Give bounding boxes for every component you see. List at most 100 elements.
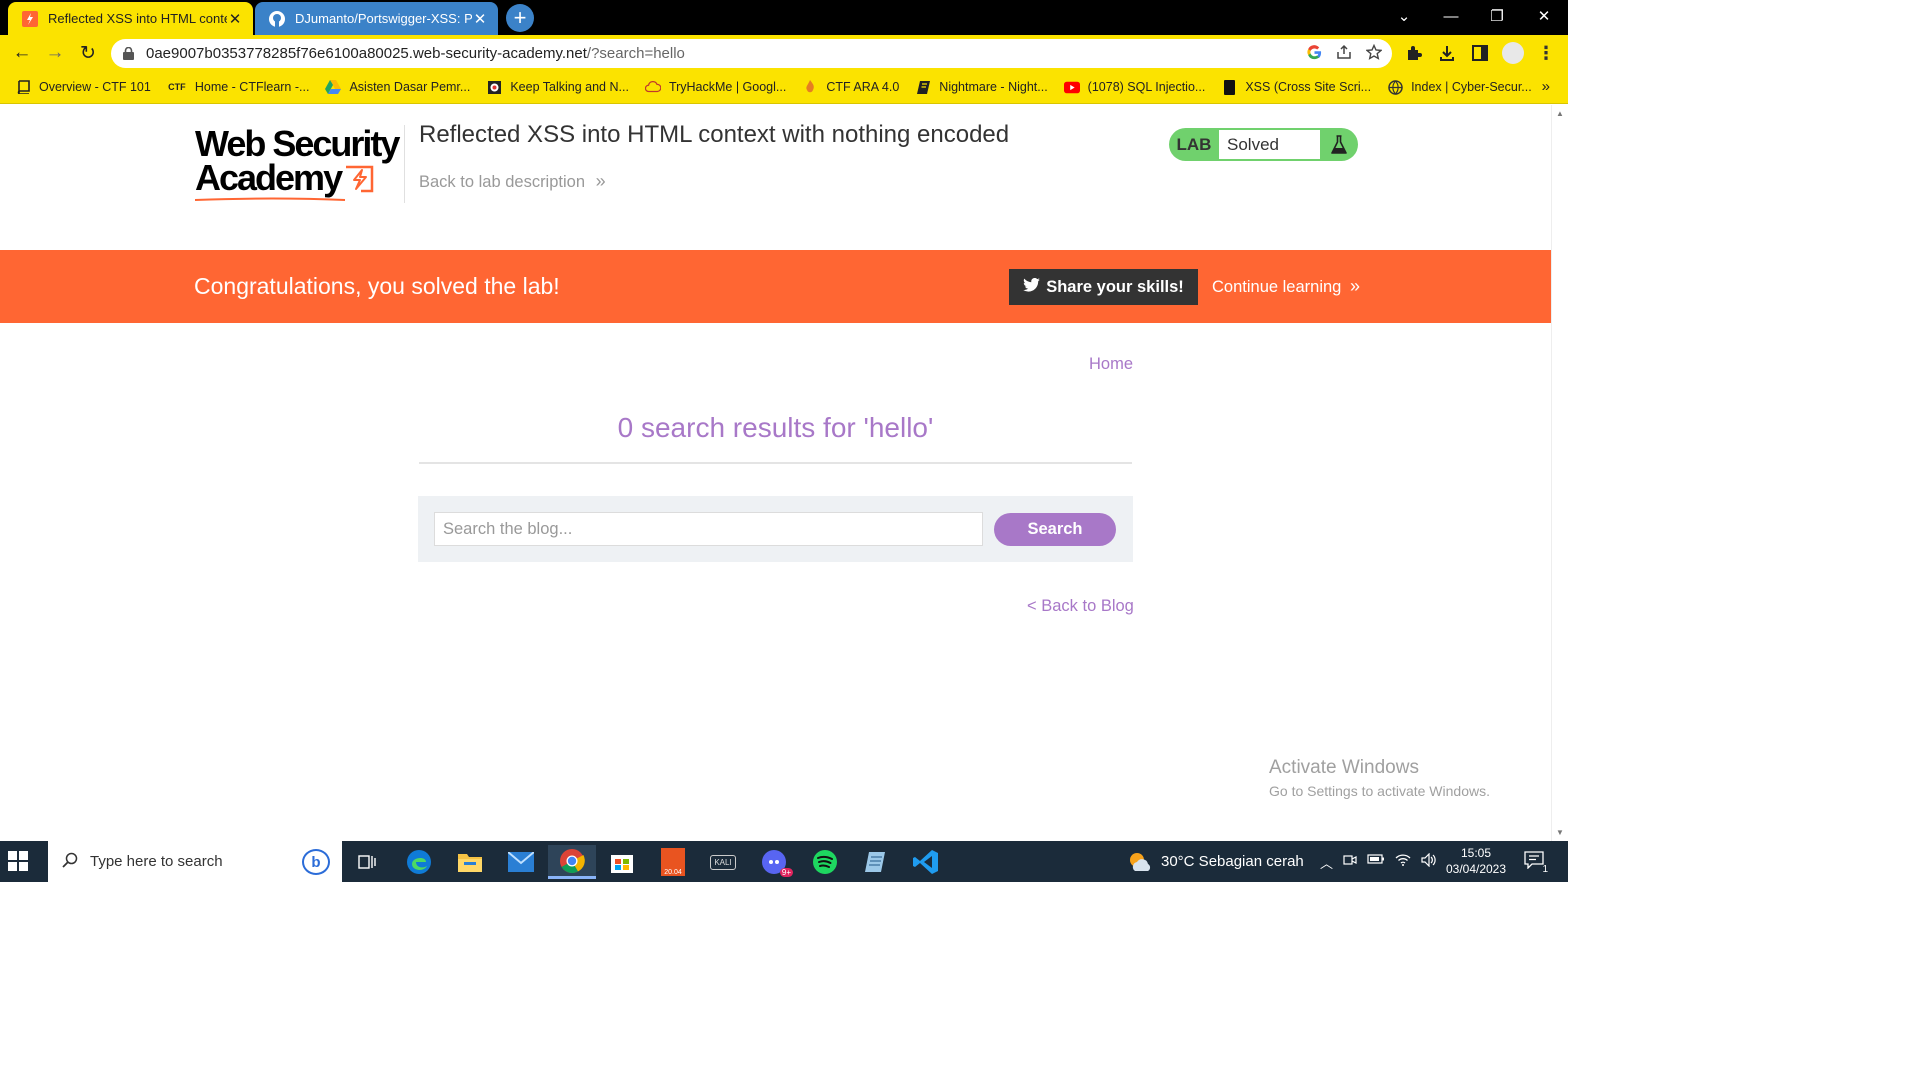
address-bar[interactable]: 0ae9007b0353778285f76e6100a80025.web-sec… [111,39,1392,68]
lab-label: LAB [1176,134,1212,154]
close-tab-icon[interactable]: ✕ [472,10,488,28]
web-security-academy-logo[interactable]: Web Security Academy [195,126,405,201]
menu-icon[interactable]: ⋮ [1531,38,1561,68]
bookmark-star-icon[interactable] [1365,43,1383,64]
tab-active[interactable]: Reflected XSS into HTML context ✕ [8,2,253,35]
tryhackme-icon [644,79,661,95]
kali-icon[interactable]: KALI [699,845,747,879]
bookmark-item[interactable]: XSS (Cross Site Scri... [1221,79,1371,95]
chevron-up-icon[interactable]: ︿ [1320,853,1333,872]
edge-icon[interactable] [395,845,443,879]
ubuntu-icon[interactable]: 20.04 [649,845,697,879]
mail-icon[interactable] [497,845,545,879]
meet-icon[interactable] [1343,853,1357,872]
page-scrollbar[interactable]: ▲ ▼ [1551,105,1568,841]
windows-start-icon[interactable] [8,851,28,871]
search-input[interactable] [434,512,983,546]
notepad-icon[interactable] [851,845,899,879]
notification-badge: 9+ [779,868,793,877]
notification-center-icon[interactable]: 1 [1524,851,1548,875]
url-path: /?search=hello [586,45,685,62]
spotify-icon[interactable] [801,845,849,879]
twitter-icon [1023,277,1041,297]
book-icon [15,79,31,95]
search-icon [62,852,78,872]
lock-icon [123,47,137,60]
scroll-down-icon[interactable]: ▼ [1556,828,1564,837]
document-icon [1221,79,1237,95]
notification-count: 1 [1542,864,1548,875]
forward-icon[interactable]: → [40,38,70,68]
wifi-icon[interactable] [1395,853,1411,872]
bookmark-item[interactable]: Index | Cyber-Secur... [1387,79,1532,95]
bookmark-item[interactable]: Keep Talking and N... [486,79,629,95]
clock-time: 15:05 [1460,846,1492,860]
bookmark-item[interactable]: Asisten Dasar Pemr... [325,79,470,95]
scroll-up-icon[interactable]: ▲ [1556,109,1564,118]
tab-strip: Reflected XSS into HTML context ✕ DJuman… [0,0,1568,35]
bookmark-item[interactable]: Nightmare - Night... [915,79,1048,95]
bookmark-item[interactable]: (1078) SQL Injectio... [1063,79,1205,95]
back-icon[interactable]: ← [7,38,37,68]
web-page: Web Security Academy Reflected XSS into … [0,105,1551,841]
lab-status-badge: LAB Solved [1169,128,1358,161]
url-host: 0ae9007b0353778285f76e6100a80025.web-sec… [146,45,587,62]
side-panel-icon[interactable] [1465,38,1495,68]
solved-banner: Congratulations, you solved the lab! Sha… [0,250,1551,323]
google-drive-icon [325,79,342,95]
continue-learning-link[interactable]: Continue learning » [1212,276,1360,297]
flame-icon [802,79,818,95]
volume-icon[interactable] [1421,852,1437,872]
tab-search-icon[interactable]: ⌄ [1381,0,1427,32]
github-favicon-icon [269,10,285,27]
chrome-icon[interactable] [548,845,596,879]
portswigger-favicon-icon [22,10,38,27]
taskbar-search-box[interactable]: Type here to search b [48,841,342,882]
bookmark-item[interactable]: CTF ARA 4.0 [802,79,899,95]
restore-icon[interactable]: ❐ [1474,0,1520,32]
microsoft-store-icon[interactable] [598,845,646,879]
vscode-icon[interactable] [902,845,950,879]
bookmark-item[interactable]: TryHackMe | Googl... [644,79,786,95]
new-tab-button[interactable]: + [506,4,534,32]
home-link[interactable]: Home [1089,355,1133,374]
bookmark-item[interactable]: Overview - CTF 101 [15,79,151,95]
header-divider [404,125,405,203]
search-panel: Search [418,496,1133,562]
close-tab-icon[interactable]: ✕ [227,10,243,28]
logo-underline [195,197,346,201]
profile-avatar-icon[interactable] [1498,38,1528,68]
search-button[interactable]: Search [994,513,1116,546]
chevron-double-right-icon: » [595,171,606,191]
minimize-icon[interactable]: — [1428,0,1474,32]
task-view-icon[interactable] [343,845,391,879]
bookmarks-bar: Overview - CTF 101 CTF Home - CTFlearn -… [0,71,1568,104]
share-skills-button[interactable]: Share your skills! [1009,269,1198,305]
weather-widget[interactable]: 30°C Sebagian cerah [1127,841,1304,882]
congratulations-message: Congratulations, you solved the lab! [194,273,560,299]
close-window-icon[interactable]: ✕ [1521,0,1567,32]
downloads-icon[interactable] [1432,38,1462,68]
extensions-icon[interactable] [1399,38,1429,68]
back-to-lab-description-link[interactable]: Back to lab description » [419,171,606,192]
tab-github[interactable]: DJumanto/Portswigger-XSS: Port ✕ [255,2,498,35]
bookmark-item[interactable]: CTF Home - CTFlearn -... [167,79,309,95]
bing-icon[interactable]: b [302,849,330,875]
bomb-icon [486,79,502,95]
ctf-icon: CTF [168,82,186,92]
browser-toolbar: ← → ↻ 0ae9007b0353778285f76e6100a80025.w… [0,35,1568,71]
back-to-blog-link[interactable]: < Back to Blog [1027,597,1134,616]
flask-icon [1322,128,1356,161]
globe-icon [1387,79,1403,95]
battery-icon[interactable] [1367,853,1385,872]
google-icon[interactable] [1307,44,1322,64]
file-explorer-icon[interactable] [446,845,494,879]
windows-taskbar: Type here to search b 20.04 KALI 9+ 30°C… [0,841,1568,882]
clock-date: 03/04/2023 [1445,862,1507,876]
more-bookmarks-icon[interactable]: » [1542,78,1550,95]
activate-windows-watermark: Activate Windows Go to Settings to activ… [1269,757,1490,799]
reload-icon[interactable]: ↻ [73,38,103,68]
taskbar-clock[interactable]: 15:05 03/04/2023 [1440,845,1512,877]
share-icon[interactable] [1336,44,1352,64]
discord-icon[interactable]: 9+ [750,845,798,879]
